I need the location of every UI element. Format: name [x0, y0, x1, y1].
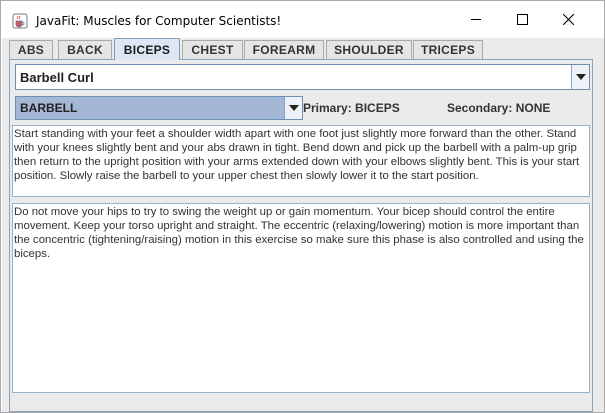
tab-chest[interactable]: CHEST	[182, 40, 243, 59]
secondary-muscle-label: Secondary: NONE	[447, 101, 551, 115]
primary-muscle-label: Primary: BICEPS	[303, 101, 400, 115]
tab-back[interactable]: BACK	[58, 40, 112, 59]
close-button[interactable]	[545, 1, 591, 38]
instructions-textarea[interactable]: Start standing with your feet a shoulder…	[12, 125, 590, 197]
minimize-icon	[470, 14, 482, 25]
tab-forearm[interactable]: FOREARM	[244, 40, 324, 59]
app-window: JavaFit: Muscles for Computer Scientists…	[0, 0, 605, 413]
tab-abs[interactable]: ABS	[9, 40, 53, 59]
minimize-button[interactable]	[453, 1, 499, 38]
maximize-button[interactable]	[499, 1, 545, 38]
chevron-down-icon[interactable]	[284, 97, 302, 119]
maximize-icon	[516, 14, 528, 25]
muscle-group-tabs: ABS BACK BICEPS CHEST FOREARM SHOULDER T…	[2, 38, 604, 60]
tab-triceps[interactable]: TRICEPS	[413, 40, 483, 59]
chevron-down-icon[interactable]	[571, 65, 589, 89]
exercise-panel: Barbell Curl BARBELL Primary: BICEPS Sec…	[9, 59, 593, 412]
exercise-dropdown[interactable]: Barbell Curl	[15, 64, 590, 90]
window-title: JavaFit: Muscles for Computer Scientists…	[36, 14, 282, 28]
equipment-dropdown[interactable]: BARBELL	[15, 96, 303, 120]
close-icon	[562, 14, 574, 25]
tab-shoulder[interactable]: SHOULDER	[326, 40, 412, 59]
tab-biceps[interactable]: BICEPS	[114, 38, 180, 60]
exercise-selected-value: Barbell Curl	[20, 70, 94, 85]
java-cup-icon	[12, 13, 28, 29]
client-area: ABS BACK BICEPS CHEST FOREARM SHOULDER T…	[2, 38, 604, 412]
title-bar[interactable]: JavaFit: Muscles for Computer Scientists…	[1, 1, 604, 38]
equipment-selected-value: BARBELL	[20, 101, 78, 115]
notes-textarea[interactable]: Do not move your hips to try to swing th…	[12, 203, 590, 393]
